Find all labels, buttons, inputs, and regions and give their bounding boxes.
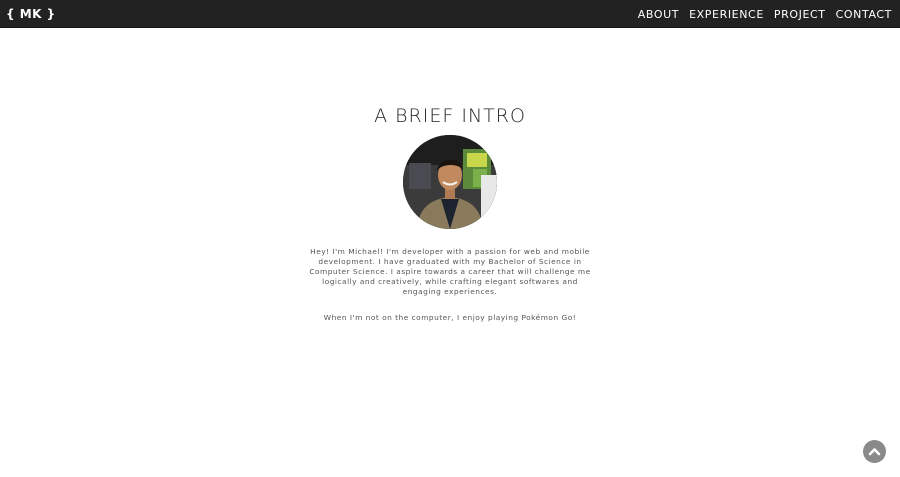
nav-link-about[interactable]: ABOUT	[638, 8, 679, 21]
nav-link-project[interactable]: PROJECT	[774, 8, 826, 21]
intro-title: A BRIEF INTRO	[374, 104, 526, 127]
nav-link-contact[interactable]: CONTACT	[836, 8, 892, 21]
nav-link-experience[interactable]: EXPERIENCE	[689, 8, 764, 21]
chevron-up-icon	[868, 448, 881, 456]
intro-bio: Hey! I'm Michael! I'm developer with a p…	[309, 247, 591, 296]
navbar: { MK } ABOUT EXPERIENCE PROJECT CONTACT	[0, 0, 900, 28]
scroll-to-top-button[interactable]	[863, 440, 886, 463]
profile-photo	[403, 135, 497, 229]
brand-logo[interactable]: { MK }	[6, 0, 56, 28]
intro-hobby: When I'm not on the computer, I enjoy pl…	[323, 313, 577, 322]
nav-menu: ABOUT EXPERIENCE PROJECT CONTACT	[638, 0, 892, 28]
